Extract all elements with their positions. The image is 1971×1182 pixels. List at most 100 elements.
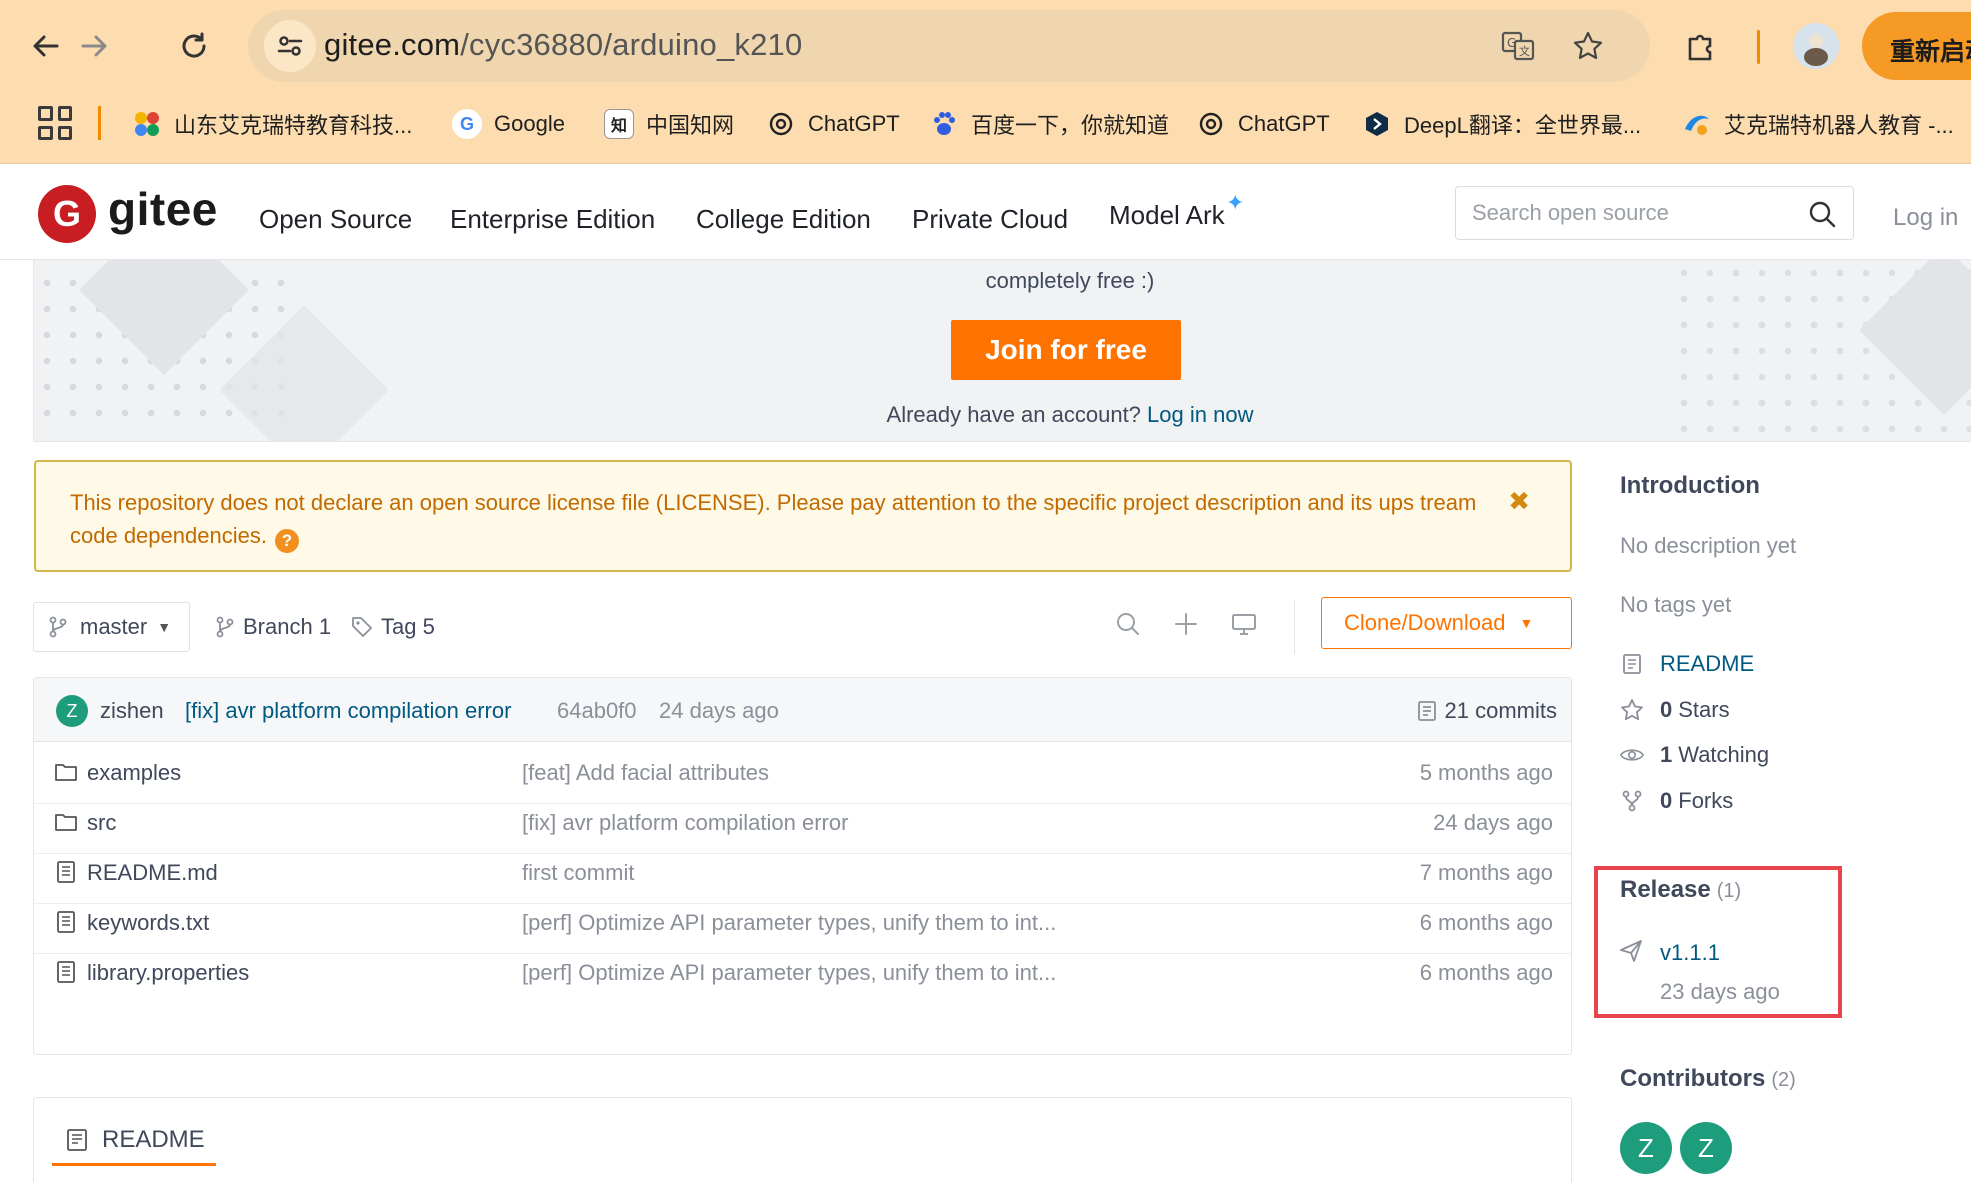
bookmark-item[interactable]: ChatGPT [766,104,900,144]
file-name[interactable]: src [87,810,116,836]
extensions-icon[interactable] [1677,22,1725,70]
forward-button[interactable] [70,22,118,70]
bookmark-item[interactable]: 知中国知网 [604,104,734,144]
avatar[interactable]: Z [56,695,88,727]
bookmark-label: ChatGPT [808,111,900,136]
introduction-heading: Introduction [1620,472,1760,499]
file-icon [57,961,75,983]
deepl-icon [1362,109,1392,139]
forks-stat[interactable]: 0 Forks [1620,788,1733,814]
branch-selector[interactable]: master ▼ [33,602,190,652]
no-description-text: No description yet [1620,533,1797,558]
tags-link[interactable]: Tag 5 [351,614,435,640]
baidu-icon [929,109,959,139]
release-version-link[interactable]: v1.1.1 [1660,940,1720,966]
release-heading[interactable]: Release (1) [1620,876,1741,904]
nav-open-source[interactable]: Open Source [259,204,412,235]
tag-icon [352,617,372,637]
bookmark-item[interactable]: DeepL翻译：全世界最... [1362,104,1641,144]
forward-arrow-icon [81,35,107,57]
search-input[interactable] [1472,197,1792,229]
bookmark-star-icon[interactable] [1570,28,1606,64]
commit-sha[interactable]: 64ab0f0 [557,698,637,724]
bookmark-item[interactable]: 艾克瑞特机器人教育 -... [1682,104,1954,144]
file-commit-time: 7 months ago [1419,860,1553,885]
login-now-link[interactable]: Log in now [1147,402,1253,427]
file-commit-message[interactable]: first commit [522,860,634,886]
eye-icon [1620,745,1644,765]
file-name[interactable]: library.properties [87,960,249,986]
clone-download-button[interactable]: Clone/Download ▼ [1321,597,1572,649]
nav-college-edition[interactable]: College Edition [696,204,871,235]
file-commit-message[interactable]: [perf] Optimize API parameter types, uni… [522,960,1056,986]
join-for-free-button[interactable]: Join for free [951,320,1181,380]
send-icon [1618,938,1644,971]
branch-name: master [80,614,148,639]
branches-link[interactable]: Branch 1 [215,614,331,640]
add-file-icon[interactable] [1170,608,1202,640]
site-info-button[interactable] [264,20,316,72]
commits-link[interactable]: 21 commits [1417,698,1557,724]
readme-tab-label: README [102,1125,205,1153]
reload-icon [182,32,206,58]
file-commit-time: 24 days ago [1433,810,1553,835]
nav-enterprise-edition[interactable]: Enterprise Edition [450,204,655,235]
license-warning: This repository does not declare an open… [34,460,1572,572]
watching-stat[interactable]: 1 Watching [1620,742,1769,768]
reload-button[interactable] [170,22,218,70]
relaunch-button[interactable]: 重新启动 [1862,12,1971,80]
apps-grid-icon[interactable] [38,106,72,140]
contributors-heading[interactable]: Contributors (2) [1620,1065,1796,1093]
contributors-count: (2) [1771,1069,1796,1091]
stars-stat[interactable]: 0 Stars [1620,697,1730,723]
file-commit-message[interactable]: [feat] Add facial attributes [522,760,769,786]
profile-avatar[interactable] [1793,23,1839,69]
back-arrow-icon [33,35,59,57]
sidebar-readme-link[interactable]: README [1620,651,1754,677]
nav-model-ark[interactable]: Model Ark [1109,200,1225,231]
url-text[interactable]: gitee.com/cyc36880/arduino_k210 [324,27,802,63]
bookmarks-bar: 山东艾克瑞特教育科技... G Google 知中国知网 ChatGPT 百度一下… [0,96,1971,152]
avatar[interactable]: Z [1680,1122,1732,1174]
forks-label: Forks [1678,788,1734,813]
search-box[interactable] [1455,186,1854,240]
bookmark-item[interactable]: 百度一下，你就知道 [929,104,1169,144]
close-icon[interactable]: ✖ [1508,486,1530,517]
gitee-logo-text[interactable]: gitee [108,182,218,236]
file-name[interactable]: keywords.txt [87,910,209,936]
login-link[interactable]: Log in [1893,204,1958,232]
bookmark-item[interactable]: ChatGPT [1196,104,1330,144]
tab-readme[interactable]: README [52,1116,216,1166]
bookmark-item[interactable]: 山东艾克瑞特教育科技... [132,104,412,144]
bookmark-item[interactable]: G Google [452,104,565,144]
watching-count: 1 [1660,742,1673,767]
commit-author[interactable]: zishen [100,698,164,724]
bookmark-label: Google [494,111,565,136]
file-commit-message[interactable]: [perf] Optimize API parameter types, uni… [522,910,1056,936]
google-icon: G [452,109,482,139]
address-bar[interactable]: gitee.com/cyc36880/arduino_k210 G文 [248,10,1650,82]
file-name[interactable]: README.md [87,860,218,886]
gitee-logo-icon[interactable]: G [38,185,96,243]
file-name[interactable]: examples [87,760,181,786]
readme-icon [67,1128,87,1151]
back-button[interactable] [22,22,70,70]
translate-icon[interactable]: G文 [1500,28,1536,64]
table-row[interactable]: library.properties [perf] Optimize API p… [34,942,1571,1004]
fork-icon [1620,790,1644,812]
star-icon [1620,698,1644,722]
banner-tagline: completely free :) [985,268,1155,293]
commit-message[interactable]: [fix] avr platform compilation error [185,698,511,724]
branch-icon [49,616,67,638]
help-icon[interactable]: ? [274,528,299,553]
bookmark-label: 山东艾克瑞特教育科技... [174,113,413,138]
avatar[interactable]: Z [1620,1122,1672,1174]
nav-private-cloud[interactable]: Private Cloud [912,204,1068,235]
stars-label: Stars [1678,697,1730,722]
search-icon[interactable] [1807,199,1837,229]
tag-count: Tag 5 [381,614,435,639]
release-title: Release [1620,876,1711,903]
web-ide-icon[interactable] [1228,608,1260,640]
file-commit-message[interactable]: [fix] avr platform compilation error [522,810,848,836]
search-files-icon[interactable] [1112,608,1144,640]
